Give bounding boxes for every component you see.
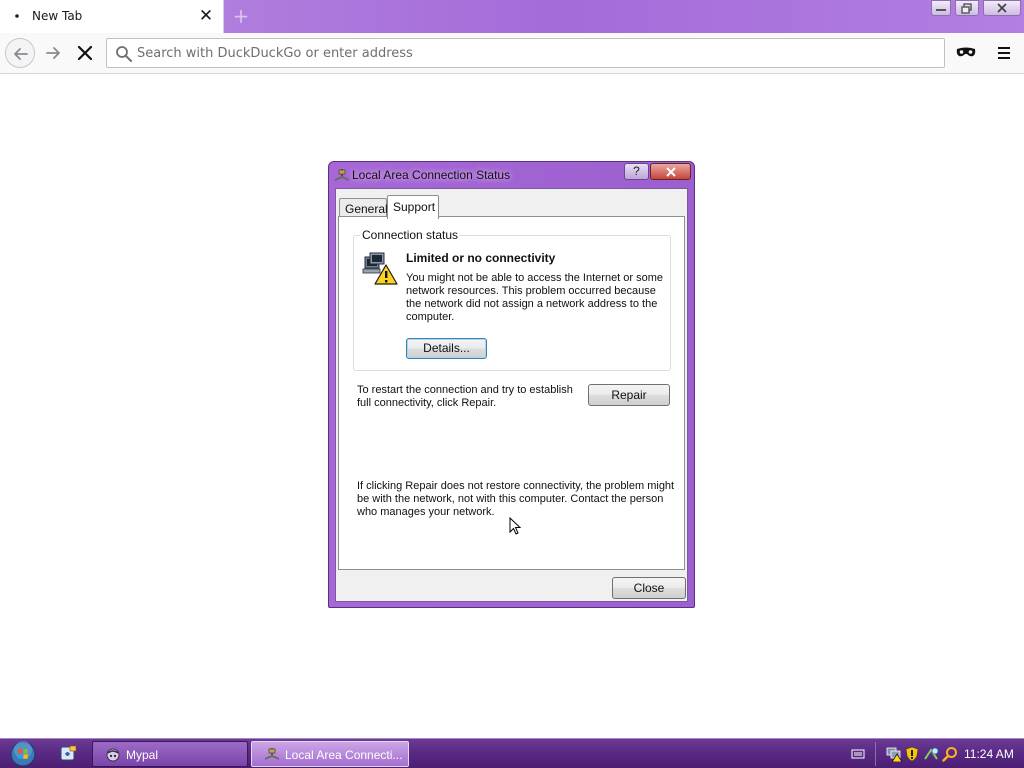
forward-arrow-icon <box>46 47 60 59</box>
tray-divider <box>875 742 876 766</box>
taskbar-label: Mypal <box>126 748 159 762</box>
search-tray-icon[interactable] <box>942 746 958 762</box>
network-icon <box>264 748 280 760</box>
network-warning-tray-icon[interactable] <box>886 746 902 762</box>
status-description: You might not be able to access the Inte… <box>406 272 664 323</box>
tab-strip: New Tab ✕ + <box>0 0 1024 33</box>
taskbar-button-local-area-connection[interactable]: Local Area Connecti... <box>251 741 409 767</box>
tab-loading-icon <box>15 14 19 18</box>
window-close-button[interactable] <box>983 0 1021 16</box>
network-tray-icon[interactable] <box>923 746 939 762</box>
taskbar-label: Local Area Connecti... <box>285 748 403 762</box>
tab-general[interactable]: General <box>339 198 388 218</box>
status-heading: Limited or no connectivity <box>406 251 556 265</box>
tab-title: New Tab <box>32 9 83 23</box>
search-input[interactable] <box>137 39 937 67</box>
group-legend: Connection status <box>360 228 461 242</box>
dialog-title: Local Area Connection Status <box>352 168 511 182</box>
network-icon <box>334 169 350 181</box>
taskbar: Mypal Local Area Connecti... 11:24 AM <box>0 738 1024 768</box>
windows-orb-icon[interactable] <box>8 740 38 768</box>
private-mask-icon <box>956 47 976 57</box>
dialog-title-bar[interactable]: Local Area Connection Status ? <box>329 162 694 187</box>
tab-support[interactable]: Support <box>387 195 439 219</box>
connection-status-dialog: Local Area Connection Status ? General S… <box>328 161 695 608</box>
dialog-close-x-button[interactable] <box>650 163 691 180</box>
close-icon <box>665 167 676 177</box>
close-button[interactable]: Close <box>612 577 686 599</box>
system-clock[interactable]: 11:24 AM <box>964 747 1014 761</box>
tab-close-button[interactable]: ✕ <box>196 6 216 26</box>
taskbar-button-mypal[interactable]: Mypal <box>92 741 248 767</box>
stop-icon <box>77 45 93 61</box>
private-browsing-button[interactable] <box>952 41 980 65</box>
stop-button[interactable] <box>70 38 100 68</box>
close-icon <box>997 3 1007 13</box>
quick-launch-icon[interactable] <box>60 745 78 763</box>
keyboard-icon[interactable] <box>851 748 865 760</box>
hamburger-menu-icon <box>998 47 1010 59</box>
window-restore-button[interactable] <box>955 0 979 16</box>
main-menu-button[interactable] <box>990 41 1018 65</box>
mouse-cursor-icon <box>509 517 522 535</box>
new-tab-button[interactable]: + <box>230 4 252 28</box>
repair-instructions: To restart the connection and try to est… <box>357 384 573 409</box>
restore-icon <box>961 3 972 14</box>
connection-status-group: Connection status Limited or no connecti… <box>353 228 671 371</box>
minimize-icon <box>936 9 946 11</box>
dialog-help-button[interactable]: ? <box>624 163 649 180</box>
dialog-body: General Support Connection status Limite… <box>335 188 688 602</box>
search-icon <box>116 46 132 62</box>
warning-icon <box>362 252 398 285</box>
forward-button[interactable] <box>38 38 68 68</box>
repair-help-text: If clicking Repair does not restore conn… <box>357 480 675 518</box>
address-bar[interactable] <box>106 38 945 68</box>
browser-tab-new-tab[interactable]: New Tab ✕ <box>0 0 224 33</box>
details-button[interactable]: Details... <box>406 338 487 359</box>
shield-icon[interactable] <box>905 746 919 762</box>
navigation-toolbar <box>0 33 1024 74</box>
repair-button[interactable]: Repair <box>588 384 670 406</box>
back-button[interactable] <box>5 38 35 68</box>
back-arrow-icon <box>14 48 28 60</box>
window-minimize-button[interactable] <box>931 0 951 16</box>
mypal-icon <box>106 748 120 762</box>
